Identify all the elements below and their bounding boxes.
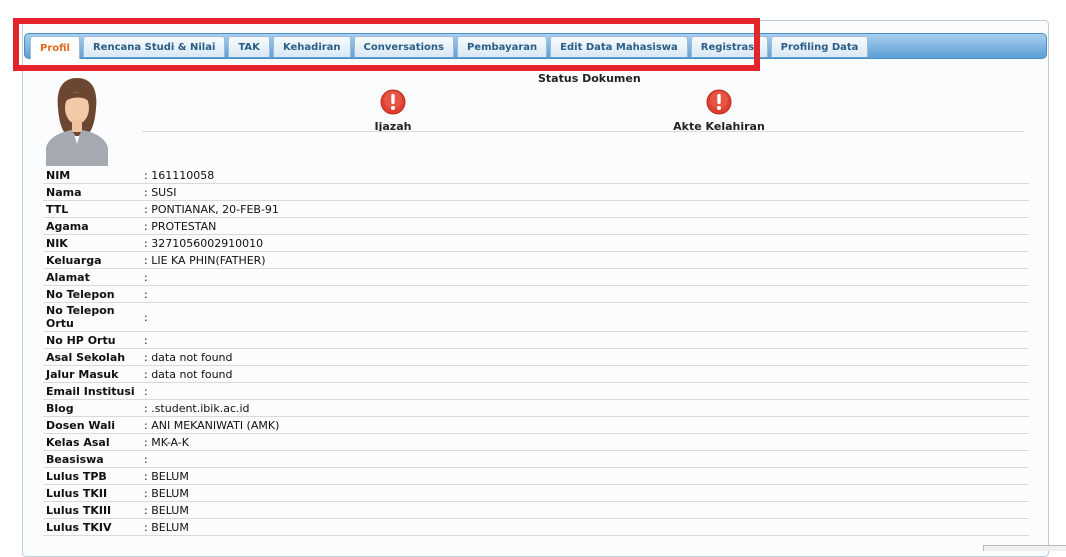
field-value: : — [141, 302, 1029, 332]
field-label: Blog — [43, 399, 141, 417]
table-row: Jalur Masuk: data not found — [43, 365, 1029, 383]
field-value: : 3271056002910010 — [141, 234, 1029, 252]
status-dokumen-title: Status Dokumen — [538, 72, 641, 85]
field-label: Kelas Asal — [43, 433, 141, 451]
field-value: : MK-A-K — [141, 433, 1029, 451]
field-value: : BELUM — [141, 484, 1029, 502]
field-value: : LIE KA PHIN(FATHER) — [141, 251, 1029, 269]
table-row: Email Institusi: — [43, 382, 1029, 400]
field-label: Nama — [43, 183, 141, 201]
field-value: : ANI MEKANIWATI (AMK) — [141, 416, 1029, 434]
field-label: Alamat — [43, 268, 141, 286]
field-label: Agama — [43, 217, 141, 235]
field-label: No Telepon Ortu — [43, 302, 141, 332]
table-row: Blog: .student.ibik.ac.id — [43, 399, 1029, 417]
field-label: No HP Ortu — [43, 331, 141, 349]
table-row: Keluarga: LIE KA PHIN(FATHER) — [43, 251, 1029, 269]
table-row: Nama: SUSI — [43, 183, 1029, 201]
field-value: : — [141, 450, 1029, 468]
field-value: : data not found — [141, 348, 1029, 366]
warning-icon — [706, 89, 732, 115]
field-value: : PONTIANAK, 20-FEB-91 — [141, 200, 1029, 218]
field-value: : — [141, 331, 1029, 349]
field-value: : SUSI — [141, 183, 1029, 201]
field-value: : PROTESTAN — [141, 217, 1029, 235]
field-label: Jalur Masuk — [43, 365, 141, 383]
table-row: No Telepon Ortu: — [43, 302, 1029, 332]
table-row: Kelas Asal: MK-A-K — [43, 433, 1029, 451]
field-label: Asal Sekolah — [43, 348, 141, 366]
field-label: Dosen Wali — [43, 416, 141, 434]
field-value: : BELUM — [141, 518, 1029, 536]
table-row: NIK: 3271056002910010 — [43, 234, 1029, 252]
field-label: TTL — [43, 200, 141, 218]
field-label: NIM — [43, 167, 141, 184]
table-row: NIM: 161110058 — [43, 167, 1029, 184]
table-row: Beasiswa: — [43, 450, 1029, 468]
profile-info-table: NIM: 161110058 Nama: SUSI TTL: PONTIANAK… — [43, 167, 1029, 536]
field-value: : — [141, 285, 1029, 303]
field-value: : BELUM — [141, 467, 1029, 485]
horizontal-scrollbar[interactable] — [983, 545, 1066, 551]
field-label: Lulus TKII — [43, 484, 141, 502]
field-label: Lulus TPB — [43, 467, 141, 485]
table-row: Lulus TPB: BELUM — [43, 467, 1029, 485]
field-label: No Telepon — [43, 285, 141, 303]
table-row: No Telepon: — [43, 285, 1029, 303]
table-row: Lulus TKIII: BELUM — [43, 501, 1029, 519]
field-value: : .student.ibik.ac.id — [141, 399, 1029, 417]
field-label: Lulus TKIII — [43, 501, 141, 519]
field-label: Keluarga — [43, 251, 141, 269]
table-row: Agama: PROTESTAN — [43, 217, 1029, 235]
table-row: TTL: PONTIANAK, 20-FEB-91 — [43, 200, 1029, 218]
field-value: : data not found — [141, 365, 1029, 383]
field-label: Email Institusi — [43, 382, 141, 400]
field-label: Lulus TKIV — [43, 518, 141, 536]
divider — [142, 131, 1024, 132]
table-row: Lulus TKIV: BELUM — [43, 518, 1029, 536]
table-row: No HP Ortu: — [43, 331, 1029, 349]
document-ijazah: Ijazah — [363, 89, 423, 133]
field-value: : BELUM — [141, 501, 1029, 519]
field-value: : 161110058 — [141, 167, 1029, 184]
table-row: Dosen Wali: ANI MEKANIWATI (AMK) — [43, 416, 1029, 434]
field-value: : — [141, 268, 1029, 286]
document-akte-kelahiran: Akte Kelahiran — [673, 89, 765, 133]
field-label: NIK — [43, 234, 141, 252]
field-label: Beasiswa — [43, 450, 141, 468]
field-value: : — [141, 382, 1029, 400]
avatar — [46, 78, 108, 166]
warning-icon — [380, 89, 406, 115]
table-row: Lulus TKII: BELUM — [43, 484, 1029, 502]
table-row: Asal Sekolah: data not found — [43, 348, 1029, 366]
tab-profiling-data[interactable]: Profiling Data — [770, 36, 869, 57]
table-row: Alamat: — [43, 268, 1029, 286]
highlight-annotation-box — [13, 18, 760, 71]
